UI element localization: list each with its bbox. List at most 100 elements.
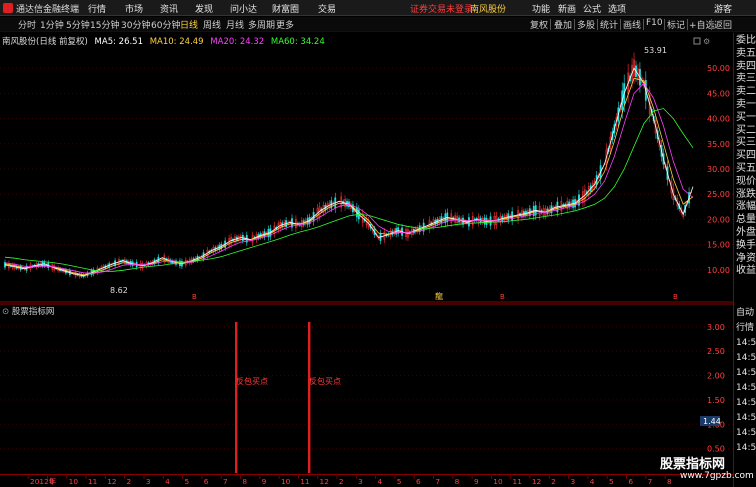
date-tick-label: 12 [320,477,329,486]
signal-bar [235,321,238,473]
menu-quotes[interactable]: 行情 [88,2,106,15]
app-logo-icon [3,3,13,13]
toolbar-divider [597,19,598,30]
period-more[interactable]: 更多 [276,18,294,31]
trade-time: 14:56 [736,443,756,453]
date-tick-label: 3 [358,477,363,486]
menu-functions[interactable]: 功能 [532,2,550,15]
quote-field-label: 卖二 [736,86,756,98]
date-tick-label: 8 [242,477,247,486]
tool-f10[interactable]: F10 [646,18,663,28]
quote-field-label: 卖一 [736,99,756,110]
date-tick-label: 2 [127,477,132,486]
date-tick-label: 2 [551,477,556,486]
indicator-chart[interactable]: 反包买点反包买点 3.002.502.001.501.000.50 1.44 [0,303,733,473]
menu-guest[interactable]: 游客 [714,2,732,15]
menu-trade[interactable]: 交易 [318,2,336,15]
indicator-icon: ⊙ [2,307,12,317]
tool-stats[interactable]: 统计 [600,18,618,31]
date-tick-label: 11 [300,477,310,486]
panel-tab[interactable]: 行情 [736,322,754,334]
trade-time: 14:56 [736,428,756,438]
date-tick-label: 11 [513,477,523,486]
main-kline-chart[interactable]: 50.00 45.00 40.00 35.00 30.00 25.00 20.00 15.00… [0,33,733,303]
y-tick-label: 15.00 [707,241,730,250]
quote-field-label: 换手 [736,239,756,251]
date-tick-label: 7 [435,477,440,486]
date-tick-label: 6 [628,477,633,486]
low-price-label: 8.62 [110,286,128,295]
menu-ask[interactable]: 问小达 [230,2,257,15]
period-minute[interactable]: 分时 [18,18,36,31]
quote-side-panel: 委比 卖五 卖四 卖三 卖二 卖一 买一 买二 买三 买四 买五 现价 涨跌 涨幅 总量 外盘 换手 净资 收益 自动… [733,33,756,487]
date-tick-label: 9 [474,477,479,486]
signal-bar [308,321,311,473]
menu-options[interactable]: 选项 [608,2,626,15]
period-daily[interactable]: 日线 [180,18,198,31]
date-tick-label: 7 [648,477,653,486]
app-title: 通达信金融终端 [16,5,80,15]
buy-marker: B [673,293,678,301]
trade-time: 14:56 [736,413,756,423]
date-tick-label: 5 [397,477,402,486]
tool-overlay[interactable]: 叠加 [554,18,572,31]
date-tick-label: 5 [184,477,189,486]
buy-marker: B [500,293,505,301]
date-tick-label: 4 [377,477,382,486]
period-5min[interactable]: 5分钟 [66,18,90,31]
menu-discover[interactable]: 发现 [195,2,213,15]
date-tick-label: 6 [204,477,209,486]
y-tick-label: 20.00 [707,215,730,224]
quote-field-label: 卖三 [736,73,756,85]
quote-field-label: 涨跌 [736,188,756,200]
menu-formula[interactable]: 公式 [583,2,601,15]
trade-time: 14:56 [736,368,756,378]
menu-news[interactable]: 资讯 [160,2,178,15]
period-monthly[interactable]: 月线 [226,18,244,31]
tool-draw[interactable]: 画线 [623,18,641,31]
quote-field-label: 净资 [736,252,756,264]
quote-field-label: 买三 [736,137,756,149]
tool-adjust[interactable]: 复权 [530,18,548,31]
period-1min[interactable]: 1分钟 [40,18,64,31]
date-tick-label: 11 [88,477,98,486]
period-weekly[interactable]: 周线 [203,18,221,31]
chart-title: 南风股份(日线 前复权) [2,37,88,47]
quote-field-label: 买二 [736,124,756,136]
y-tick-label: 2.00 [707,372,725,381]
y-tick-label: 35.00 [707,140,730,149]
date-tick-label: 4 [165,477,170,486]
period-30min[interactable]: 30分钟 [121,18,150,31]
menu-new[interactable]: 新画 [558,2,576,15]
tool-mark[interactable]: 标记 [667,18,685,31]
toolbar-divider [643,19,644,30]
y-tick-label: 45.00 [707,89,730,98]
period-15min[interactable]: 15分钟 [90,18,119,31]
trade-time: 14:56 [736,338,756,348]
quote-field-label: 涨幅 [736,201,756,213]
settings-icon[interactable]: ⚙ [703,37,710,46]
period-60min[interactable]: 60分钟 [151,18,180,31]
quote-field-label: 卖五 [736,47,756,59]
date-tick-label: 9 [262,477,267,486]
date-tick-label: 5 [609,477,614,486]
menu-market[interactable]: 市场 [125,2,143,15]
trade-time: 14:56 [736,398,756,408]
tool-multi-stock[interactable]: 多股 [577,18,595,31]
period-multi[interactable]: 多周期 [248,18,275,31]
y-tick-label: 25.00 [707,190,730,199]
login-notice[interactable]: 证券交易未登录 [410,2,473,15]
panel-tab[interactable]: 自动 [736,307,754,319]
date-axis: 2012年9 10 11 12 2 3 4 5 6 7 8 9 10 11 12 2 3 4 5 6 7 8 9 10 11 12… [0,474,733,487]
watermark-url: www.7gpzb.com [680,471,754,481]
quote-field-label: 收益 [736,265,756,277]
y-tick-label: 10.00 [707,266,730,275]
ma10-label: MA10: 24.49 [149,37,204,47]
quote-field-label: 总量 [736,214,756,226]
tool-back[interactable]: 返回 [714,18,732,31]
quote-field-label: 买一 [736,111,756,123]
menu-wealth[interactable]: 财富圈 [272,2,299,15]
y-tick-label: 40.00 [707,115,730,124]
signal-label: 反包买点 [309,376,341,386]
date-tick-label: 3 [570,477,575,486]
